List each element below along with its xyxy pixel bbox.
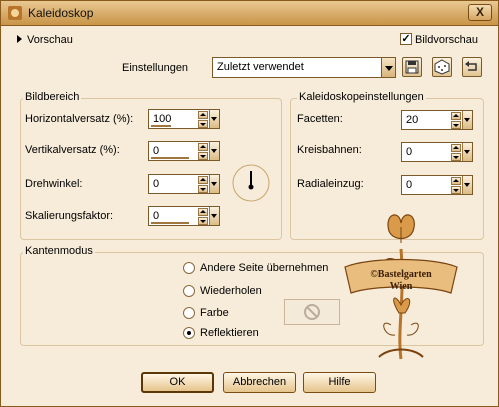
edge-mode-color-radio[interactable]	[183, 307, 195, 319]
spin-down-icon[interactable]	[198, 185, 208, 193]
vertical-offset-label: Vertikalversatz (%):	[25, 144, 120, 156]
ok-button[interactable]: OK	[141, 372, 214, 393]
orbits-label: Kreisbahnen:	[297, 144, 362, 156]
color-swatch[interactable]	[284, 299, 340, 325]
vertical-offset-value: 0	[153, 145, 160, 157]
help-button[interactable]: Hilfe	[303, 372, 376, 393]
chevron-down-icon[interactable]	[462, 111, 472, 129]
spin-down-icon[interactable]	[198, 152, 208, 160]
edge-mode-reflect-radio[interactable]	[183, 327, 195, 339]
save-icon	[405, 60, 419, 74]
horizontal-offset-input[interactable]: 100	[148, 109, 220, 129]
orbits-input[interactable]: 0	[401, 142, 473, 162]
spin-up-icon[interactable]	[198, 143, 208, 151]
preview-label[interactable]: Vorschau	[27, 34, 73, 46]
reset-button[interactable]	[462, 57, 482, 77]
spin-down-icon[interactable]	[451, 186, 461, 194]
watermark-text-line1: ©Bastelgarten	[370, 269, 432, 280]
kaleidoscope-dialog: Kaleidoskop X Vorschau ✓ Bildvorschau Ei…	[0, 0, 499, 407]
rotation-angle-input[interactable]: 0	[148, 174, 220, 194]
facets-label: Facetten:	[297, 113, 343, 125]
edge-mode-repeat-radio[interactable]	[183, 285, 195, 297]
scale-factor-input[interactable]: 0	[148, 206, 220, 226]
spin-down-icon[interactable]	[451, 153, 461, 161]
edge-mode-title: Kantenmodus	[23, 245, 95, 257]
edge-mode-wrap-label[interactable]: Andere Seite übernehmen	[200, 262, 328, 274]
settings-select[interactable]: Zuletzt verwendet	[212, 57, 396, 78]
edge-mode-color-label[interactable]: Farbe	[200, 307, 229, 319]
preview-checkbox[interactable]: ✓	[400, 33, 412, 45]
reset-arrow-icon	[465, 61, 477, 71]
flower-watermark-graphic: ©Bastelgarten Wien	[344, 214, 458, 360]
spin-up-icon[interactable]	[198, 111, 208, 119]
vertical-offset-bar	[151, 157, 189, 159]
rotation-dial-icon[interactable]	[231, 163, 271, 203]
app-icon	[8, 6, 22, 20]
no-color-icon	[304, 304, 320, 320]
close-button[interactable]: X	[468, 4, 492, 21]
window-title: Kaleidoskop	[28, 6, 94, 20]
chevron-down-icon[interactable]	[462, 143, 472, 161]
horizontal-offset-value: 100	[153, 113, 172, 125]
chevron-down-icon[interactable]	[209, 142, 219, 160]
scale-factor-label: Skalierungsfaktor:	[25, 210, 114, 222]
spin-down-icon[interactable]	[198, 120, 208, 128]
scale-factor-bar	[151, 222, 189, 224]
preview-checkbox-label: Bildvorschau	[415, 34, 478, 46]
horizontal-offset-label: Horizontalversatz (%):	[25, 113, 134, 125]
rotation-angle-value: 0	[153, 178, 160, 190]
facets-input[interactable]: 20	[401, 110, 473, 130]
close-icon: X	[475, 5, 484, 19]
spin-up-icon[interactable]	[451, 177, 461, 185]
save-preset-button[interactable]	[402, 57, 422, 77]
chevron-down-icon[interactable]	[209, 207, 219, 225]
radial-squeeze-value: 0	[406, 179, 413, 191]
edge-mode-repeat-label[interactable]: Wiederholen	[200, 285, 262, 297]
radial-squeeze-input[interactable]: 0	[401, 175, 473, 195]
chevron-down-icon[interactable]	[209, 175, 219, 193]
scale-factor-value: 0	[153, 210, 160, 222]
radial-squeeze-label: Radialeinzug:	[297, 178, 364, 190]
settings-select-value: Zuletzt verwendet	[217, 61, 304, 73]
rotation-angle-label: Drehwinkel:	[25, 178, 83, 190]
horizontal-offset-bar	[151, 125, 171, 127]
edge-mode-reflect-label[interactable]: Reflektieren	[200, 327, 259, 339]
spin-up-icon[interactable]	[198, 208, 208, 216]
orbits-value: 0	[406, 146, 413, 158]
expand-triangle-icon[interactable]	[17, 35, 22, 43]
chevron-down-icon[interactable]	[209, 110, 219, 128]
spin-up-icon[interactable]	[451, 112, 461, 120]
spin-down-icon[interactable]	[198, 217, 208, 225]
image-area-title: Bildbereich	[23, 91, 82, 103]
spin-up-icon[interactable]	[451, 144, 461, 152]
watermark-text-line2: Wien	[390, 281, 413, 292]
chevron-down-icon[interactable]	[381, 58, 395, 77]
settings-label: Einstellungen	[122, 62, 189, 74]
spin-up-icon[interactable]	[198, 176, 208, 184]
cancel-button[interactable]: Abbrechen	[223, 372, 296, 393]
edge-mode-wrap-radio[interactable]	[183, 262, 195, 274]
kaleido-settings-title: Kaleidoskopeinstellungen	[297, 91, 426, 103]
title-bar: Kaleidoskop X	[1, 1, 498, 26]
spin-down-icon[interactable]	[451, 121, 461, 129]
facets-value: 20	[406, 114, 419, 126]
chevron-down-icon[interactable]	[462, 176, 472, 194]
random-button[interactable]	[432, 57, 452, 77]
vertical-offset-input[interactable]: 0	[148, 141, 220, 161]
dice-icon	[434, 59, 450, 75]
